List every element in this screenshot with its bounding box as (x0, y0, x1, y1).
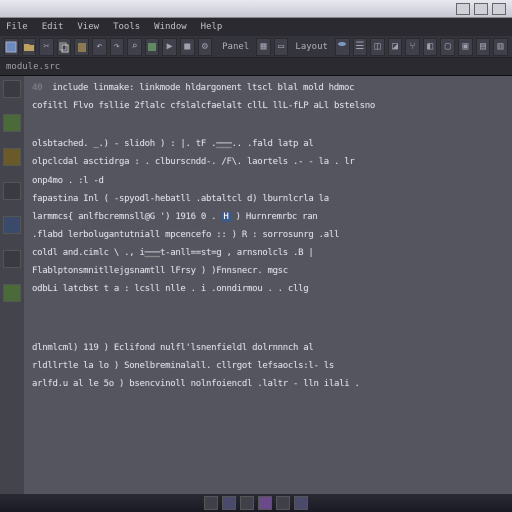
taskbar-app-icon[interactable] (204, 496, 218, 510)
stop-icon[interactable]: ■ (180, 38, 195, 56)
gutter-debug-icon[interactable] (3, 182, 21, 200)
code-line: onp4mo . :l -d (32, 175, 504, 187)
window-titlebar (0, 0, 512, 18)
run-icon[interactable]: ▶ (162, 38, 177, 56)
menu-edit[interactable]: Edit (42, 22, 64, 32)
code-line: .flabd lerbolugantutniall mpcencefo :: )… (32, 229, 504, 241)
code-line: olpclcdal asctidrga : . clburscndd-. /F\… (32, 156, 504, 168)
main-toolbar: ✂ ↶ ↷ ⌕ ▶ ■ ⚙ Panel ▦ ▭ Layout ☰ ◫ ◪ ⑂ ◧… (0, 36, 512, 58)
sq2-icon[interactable]: ▣ (458, 38, 473, 56)
code-editor[interactable]: 40include linmake: linkmode hldargonent … (24, 76, 512, 494)
open-icon[interactable] (22, 38, 37, 56)
branch-icon[interactable]: ⑂ (405, 38, 420, 56)
taskbar-app-icon[interactable] (276, 496, 290, 510)
gutter-ext-icon[interactable] (3, 216, 21, 234)
mod-icon[interactable]: ◧ (423, 38, 438, 56)
gutter-run-icon[interactable] (3, 284, 21, 302)
db-icon[interactable] (335, 38, 350, 56)
paste-icon[interactable] (74, 38, 89, 56)
maximize-button[interactable] (474, 3, 488, 15)
save-icon[interactable] (4, 38, 19, 56)
sq4-icon[interactable]: ▥ (493, 38, 508, 56)
gutter-explorer-icon[interactable] (3, 80, 21, 98)
undo-icon[interactable]: ↶ (92, 38, 107, 56)
minimize-button[interactable] (456, 3, 470, 15)
gutter-source-icon[interactable] (3, 114, 21, 132)
code-line: larmmcs{ anlfbcremnsll@G ') 1916 0 . H )… (32, 211, 504, 223)
highlight-token: H (221, 212, 230, 222)
sq3-icon[interactable]: ▤ (476, 38, 491, 56)
tree-icon[interactable]: ☰ (353, 38, 368, 56)
view-icon[interactable]: ▭ (274, 38, 289, 56)
taskbar-app-icon[interactable] (258, 496, 272, 510)
find-icon[interactable]: ⌕ (127, 38, 142, 56)
taskbar-app-icon[interactable] (240, 496, 254, 510)
code-line: rldllrtle la lo ) Sonelbreminalall. cllr… (32, 360, 504, 372)
close-button[interactable] (492, 3, 506, 15)
code-line: Flablptonsmnitllejgsnamtll lFrsy ) )Fnns… (32, 265, 504, 277)
box2-icon[interactable]: ◪ (388, 38, 403, 56)
toolbar-panel-label: Panel (222, 42, 249, 52)
gutter-misc-icon[interactable] (3, 250, 21, 268)
menu-file[interactable]: File (6, 22, 28, 32)
tab-bar: module.src (0, 58, 512, 76)
code-line: dlnmlcml) 119 ) Eclifond nulfl'lsnenfiel… (32, 342, 504, 354)
code-line: coldl and.cimlc \ ., i───t-anll==st=g , … (32, 247, 504, 259)
code-line: odbLi latcbst t a : lcsll nlle . i .onnd… (32, 283, 504, 295)
toolbar-layout-label: Layout (295, 42, 328, 52)
os-taskbar (0, 494, 512, 512)
menu-window[interactable]: Window (154, 22, 187, 32)
taskbar-app-icon[interactable] (222, 496, 236, 510)
redo-icon[interactable]: ↷ (110, 38, 125, 56)
code-line: arlfd.u al le 5o ) bsencvinoll nolnfoien… (32, 378, 504, 390)
active-tab[interactable]: module.src (6, 62, 60, 72)
menu-view[interactable]: View (77, 22, 99, 32)
sq1-icon[interactable]: ▢ (440, 38, 455, 56)
box-icon[interactable]: ◫ (370, 38, 385, 56)
code-line (32, 118, 504, 138)
build-icon[interactable] (145, 38, 160, 56)
code-line: cofiltl Flvo fsllie 2flalc cfslalcfaelal… (32, 100, 504, 112)
cut-icon[interactable]: ✂ (39, 38, 54, 56)
copy-icon[interactable] (57, 38, 72, 56)
menu-tools[interactable]: Tools (113, 22, 140, 32)
side-gutter (0, 76, 24, 494)
code-line (32, 302, 504, 322)
code-line: olsbtached. _.) - slidoh ) : |. tF .───.… (32, 138, 504, 150)
menubar: File Edit View Tools Window Help (0, 18, 512, 36)
code-line: 40include linmake: linkmode hldargonent … (32, 82, 504, 94)
grid-icon[interactable]: ▦ (256, 38, 271, 56)
taskbar-app-icon[interactable] (294, 496, 308, 510)
menu-help[interactable]: Help (201, 22, 223, 32)
config-icon[interactable]: ⚙ (198, 38, 213, 56)
code-line: fapastina Inl ( -spyodl-hebatll .abtaltc… (32, 193, 504, 205)
code-line (32, 322, 504, 342)
gutter-build-icon[interactable] (3, 148, 21, 166)
